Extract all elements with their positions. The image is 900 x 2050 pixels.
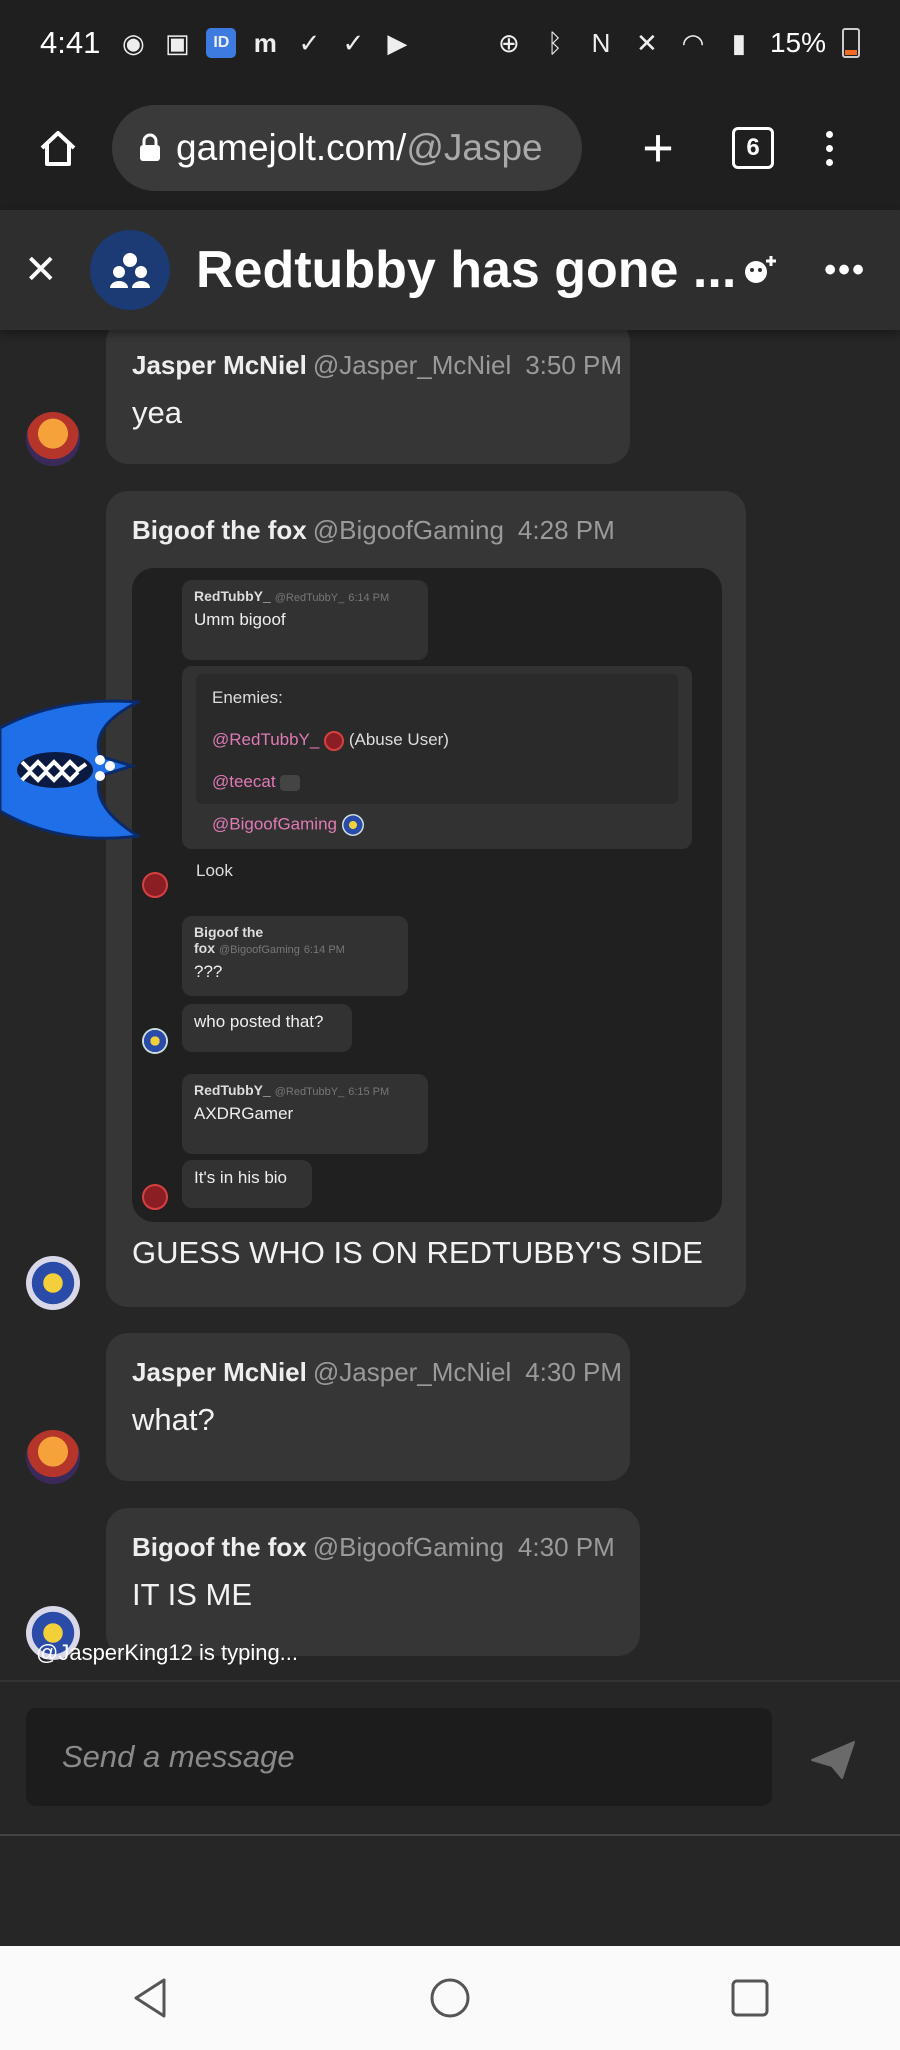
browser-toolbar: gamejolt.com/@Jaspe + 6 — [0, 86, 900, 210]
home-icon — [40, 131, 76, 166]
m-zone-icon: m — [253, 27, 277, 58]
message-text: yea — [132, 395, 182, 430]
message-author[interactable]: Bigoof the fox — [132, 515, 307, 545]
message-bubble: Bigoof the fox @BigoofGaming 4:30 PM IT IS… — [106, 1508, 640, 1656]
home-button[interactable] — [30, 120, 86, 176]
data-saver-icon: ⊕ — [498, 27, 520, 58]
lock-icon — [140, 133, 160, 161]
message-author[interactable]: Jasper McNiel — [132, 1357, 307, 1387]
message-author[interactable]: Jasper McNiel — [132, 350, 307, 380]
message-handle[interactable]: @Jasper_McNiel — [313, 1357, 511, 1387]
avatar[interactable] — [26, 412, 80, 466]
check-icon: ✓ — [342, 27, 365, 58]
embedded-message: RedTubbY_ @RedTubbY_ 6:15 PM AXDRGamer — [182, 1074, 428, 1154]
message-handle[interactable]: @Jasper_McNiel — [313, 350, 511, 380]
back-button[interactable] — [120, 1968, 180, 2028]
group-icon — [110, 253, 150, 288]
message-handle[interactable]: @BigoofGaming — [313, 515, 504, 545]
embedded-avatar — [142, 1028, 168, 1054]
message-input-container[interactable] — [26, 1708, 772, 1806]
embedded-message: Enemies: @RedTubbY_ (Abuse User) @teecat… — [182, 666, 692, 880]
embedded-message: It's in his bio — [182, 1160, 312, 1208]
message-bubble: Jasper McNiel @Jasper_McNiel 3:50 PM yea — [106, 330, 630, 464]
shark-sticker — [0, 699, 140, 840]
chat-title: Redtubby has gone ... — [196, 241, 737, 299]
tab-switcher-button[interactable]: 6 — [732, 127, 774, 169]
message-time: 4:28 PM — [517, 515, 615, 545]
discord-icon: ◉ — [122, 27, 145, 58]
status-time: 4:41 — [40, 25, 101, 60]
typing-indicator: @JasperKing12 is typing... — [36, 1640, 299, 1665]
embedded-message: Bigoof the fox @BigoofGaming 6:14 PM ??? — [182, 916, 408, 996]
circle-home-icon — [430, 1978, 470, 2018]
close-chat-button[interactable]: ✕ — [24, 247, 58, 293]
message-input[interactable] — [60, 1738, 738, 1776]
embedded-message: who posted that? — [182, 1004, 352, 1052]
add-person-icon — [745, 256, 777, 283]
youtube-icon: ▶ — [387, 27, 408, 58]
image-icon: ▣ — [165, 27, 190, 58]
message-text: what? — [132, 1402, 215, 1437]
new-tab-button[interactable]: + — [630, 117, 686, 179]
embedded-avatar — [142, 872, 168, 898]
address-bar[interactable]: gamejolt.com/@Jaspe — [112, 105, 582, 191]
check-icon: ✓ — [298, 27, 321, 58]
bluetooth-icon: ᛒ — [547, 27, 563, 58]
composer-toolbar — [0, 1834, 900, 1948]
message-time: 3:50 PM — [525, 350, 623, 380]
message-bubble: Jasper McNiel @Jasper_McNiel 4:30 PM what? — [106, 1333, 630, 1481]
nfc-icon: N — [591, 27, 611, 58]
chat-header: ✕ Redtubby has gone ... ••• — [0, 210, 900, 330]
message-composer — [0, 1680, 900, 1836]
app-icon: ID — [206, 28, 237, 58]
system-nav-bar — [0, 1946, 900, 2050]
avatar[interactable] — [26, 1256, 80, 1310]
back-icon — [134, 1978, 166, 2018]
tab-count: 6 — [746, 134, 760, 161]
recents-button[interactable] — [720, 1968, 780, 2028]
message-time: 4:30 PM — [517, 1532, 615, 1562]
group-avatar[interactable] — [90, 230, 170, 310]
chat-options-button[interactable]: ••• — [824, 251, 866, 290]
message-handle[interactable]: @BigoofGaming — [313, 1532, 504, 1562]
embedded-avatar — [142, 1184, 168, 1210]
message-text: GUESS WHO IS ON REDTUBBY'S SIDE — [132, 1235, 703, 1270]
send-icon[interactable] — [808, 1738, 858, 1782]
message-time: 4:30 PM — [525, 1357, 623, 1387]
wifi-icon: ◠ — [681, 27, 705, 58]
message-text: IT IS ME — [132, 1577, 253, 1612]
battery-percent: 15% — [769, 27, 826, 58]
battery-icon — [842, 28, 860, 58]
browser-menu-button[interactable] — [826, 130, 833, 166]
attached-image[interactable]: RedTubbY_ @RedTubbY_ 6:14 PM Umm bigoof En… — [132, 568, 722, 1222]
url-text: gamejolt.com/@Jaspe — [176, 127, 543, 168]
mute-icon: ✕ — [636, 27, 658, 58]
message-author[interactable]: Bigoof the fox — [132, 1532, 307, 1562]
add-member-button[interactable] — [738, 247, 784, 293]
status-bar: 4:41 ◉ ▣ ID m ✓ ✓ ▶ ⊕ ᛒ N ✕ ◠ ▮ 15% — [0, 0, 900, 86]
avatar[interactable] — [26, 1430, 80, 1484]
square-recents-icon — [731, 1979, 769, 2017]
signal-icon: ▮ — [731, 27, 747, 58]
embedded-message: RedTubbY_ @RedTubbY_ 6:14 PM Umm bigoof — [182, 580, 428, 660]
home-nav-button[interactable] — [420, 1968, 480, 2028]
